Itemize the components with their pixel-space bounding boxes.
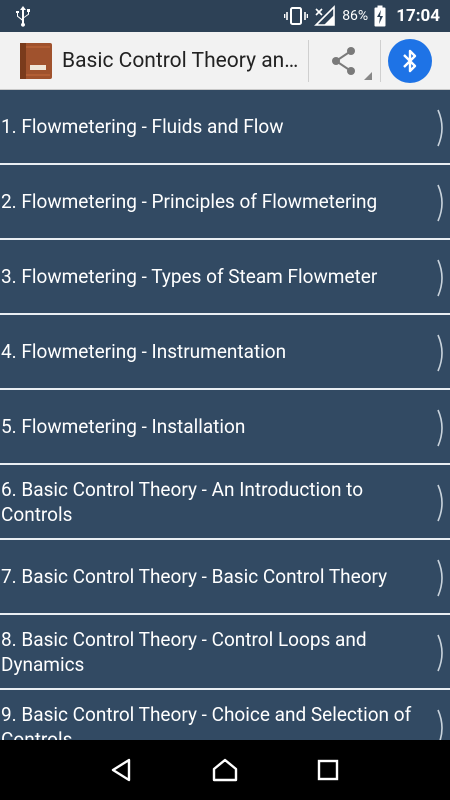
- recents-button[interactable]: [308, 750, 348, 790]
- list-item[interactable]: 8. Basic Control Theory - Control Loops …: [0, 615, 450, 688]
- share-icon: [332, 47, 355, 75]
- list-item-label: 6. Basic Control Theory - An Introductio…: [1, 477, 364, 526]
- chevron-right-icon: [437, 634, 443, 672]
- list-item[interactable]: 6. Basic Control Theory - An Introductio…: [0, 465, 450, 538]
- usb-icon: [16, 6, 30, 27]
- chevron-right-icon: [437, 559, 443, 597]
- list-item[interactable]: 1. Flowmetering - Fluids and Flow: [0, 90, 450, 163]
- book-icon: [20, 43, 52, 79]
- back-icon: [111, 758, 130, 782]
- share-button[interactable]: [312, 38, 376, 84]
- bluetooth-button[interactable]: [388, 39, 432, 83]
- list-item-label: 2. Flowmetering - Principles of Flowmete…: [1, 190, 378, 213]
- divider: [380, 40, 381, 82]
- list-item-label: 7. Basic Control Theory - Basic Control …: [1, 565, 388, 588]
- list-item[interactable]: 7. Basic Control Theory - Basic Control …: [0, 540, 450, 613]
- status-time: 17:04: [396, 6, 440, 26]
- overflow-indicator: [364, 72, 372, 80]
- divider: [308, 40, 309, 82]
- list-item[interactable]: 5. Flowmetering - Installation: [0, 390, 450, 463]
- list-item-label: 3. Flowmetering - Types of Steam Flowmet…: [1, 265, 378, 288]
- list-item[interactable]: 2. Flowmetering - Principles of Flowmete…: [0, 165, 450, 238]
- battery-charging-icon: [374, 5, 386, 27]
- chevron-right-icon: [437, 409, 443, 447]
- chapter-list: 1. Flowmetering - Fluids and Flow 2. Flo…: [0, 90, 450, 740]
- battery-percent: 86%: [342, 8, 369, 24]
- list-item-label: 4. Flowmetering - Instrumentation: [1, 340, 287, 363]
- list-item-label: 1. Flowmetering - Fluids and Flow: [1, 115, 284, 138]
- back-button[interactable]: [102, 750, 142, 790]
- chevron-right-icon: [437, 184, 443, 222]
- recents-icon: [318, 759, 339, 781]
- app-title: Basic Control Theory and Flowmetering: [62, 49, 302, 73]
- list-item[interactable]: 3. Flowmetering - Types of Steam Flowmet…: [0, 240, 450, 313]
- chevron-right-icon: [437, 109, 443, 147]
- status-indicators: 86% 17:04: [284, 0, 440, 32]
- home-button[interactable]: [205, 750, 245, 790]
- list-item[interactable]: 9. Basic Control Theory - Choice and Sel…: [0, 690, 450, 740]
- list-item[interactable]: 4. Flowmetering - Instrumentation: [0, 315, 450, 388]
- status-bar: 86% 17:04: [0, 0, 450, 32]
- no-signal-icon: [314, 5, 335, 26]
- home-icon: [212, 758, 238, 782]
- chevron-right-icon: [437, 334, 443, 372]
- list-item-label: 5. Flowmetering - Installation: [1, 415, 246, 438]
- chevron-right-icon: [437, 259, 443, 297]
- chevron-right-icon: [437, 709, 443, 740]
- vibrate-icon: [284, 7, 309, 25]
- chevron-right-icon: [437, 484, 443, 522]
- list-item-label: 8. Basic Control Theory - Control Loops …: [1, 627, 367, 676]
- app-bar: Basic Control Theory and Flowmetering: [0, 32, 450, 90]
- list-item-label: 9. Basic Control Theory - Choice and Sel…: [1, 702, 412, 741]
- bluetooth-icon: [403, 49, 417, 73]
- navigation-bar: [0, 740, 450, 800]
